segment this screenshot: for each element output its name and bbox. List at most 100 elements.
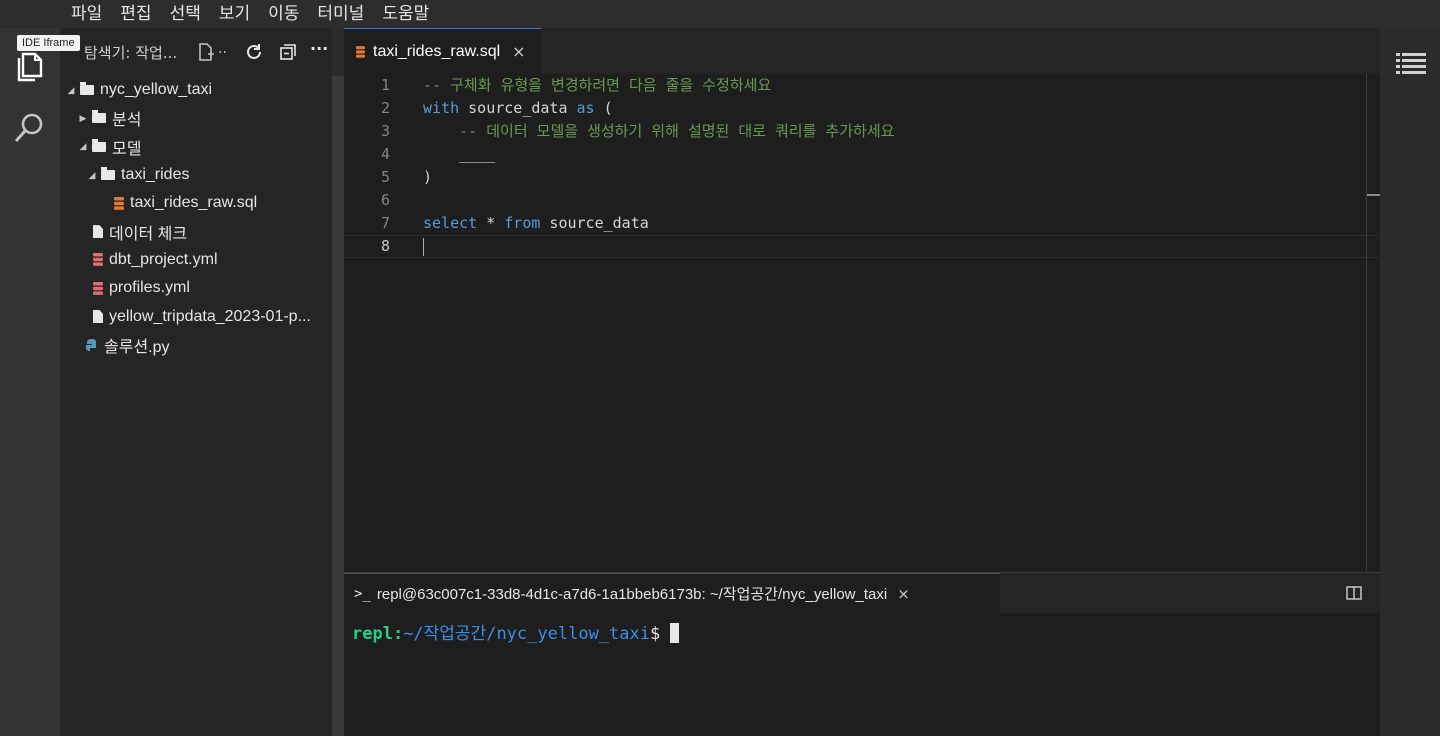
tree-item-label: 솔루션.py bbox=[104, 338, 170, 356]
overview-ruler-mark bbox=[1367, 194, 1380, 196]
editor-scrollbar[interactable] bbox=[1366, 74, 1367, 572]
prompt-path: ~/작업공간/nyc_yellow_taxi bbox=[403, 624, 650, 644]
tooltip: IDE Iframe bbox=[17, 35, 80, 51]
menu-selection[interactable]: 선택 bbox=[161, 0, 210, 28]
split-panel-icon[interactable] bbox=[1346, 585, 1362, 601]
keyword-from: from bbox=[504, 214, 541, 232]
explorer-sidebar: 탐색기: 작업... .. ··· ◢ nyc_yellow_taxi ▶ 분석 bbox=[60, 28, 332, 736]
tree-item-label: 모델 bbox=[112, 140, 142, 158]
activity-bar bbox=[0, 28, 60, 736]
identifier: source_data bbox=[540, 214, 649, 232]
code-line-5: 5 ) bbox=[344, 166, 1380, 189]
tree-item-label: nyc_yellow_taxi bbox=[100, 81, 213, 99]
line-number: 1 bbox=[380, 76, 390, 94]
code-comment: -- 구체화 유형을 변경하려면 다음 줄을 수정하세요 bbox=[423, 76, 772, 94]
tree-item-dbt-project-yml[interactable]: dbt_project.yml bbox=[60, 246, 332, 274]
tree-item-label: 분석 bbox=[112, 112, 142, 130]
new-file-icon[interactable] bbox=[196, 42, 216, 62]
tree-item-analysis[interactable]: ▶ 분석 bbox=[60, 104, 332, 132]
collapsed-arrow-icon: ▶ bbox=[79, 112, 87, 123]
code-line-2: 2 with source_data as ( bbox=[344, 97, 1380, 120]
python-file-icon bbox=[86, 338, 96, 351]
tree-item-data-check[interactable]: 데이터 체크 bbox=[60, 217, 332, 245]
code-line-1: 1 -- 구체화 유형을 변경하려면 다음 줄을 수정하세요 bbox=[344, 74, 1380, 97]
tree-item-label: 데이터 체크 bbox=[109, 225, 188, 243]
tree-item-taxi-rides-raw-sql[interactable]: taxi_rides_raw.sql bbox=[60, 189, 332, 217]
tree-item-label: yellow_tripdata_2023-01-p... bbox=[109, 307, 311, 325]
star-operator: * bbox=[477, 214, 505, 232]
expanded-arrow-icon: ◢ bbox=[67, 84, 75, 95]
tree-item-taxi-rides[interactable]: ◢ taxi_rides bbox=[60, 161, 332, 189]
explorer-files-icon[interactable] bbox=[12, 48, 48, 84]
code-text: select * from source_data bbox=[423, 212, 649, 235]
menu-view[interactable]: 보기 bbox=[210, 0, 259, 28]
code-text: with source_data as ( bbox=[423, 97, 613, 120]
menu-terminal[interactable]: 터미널 bbox=[308, 0, 373, 28]
tree-item-models[interactable]: ◢ 모델 bbox=[60, 133, 332, 161]
expanded-arrow-icon: ◢ bbox=[79, 141, 87, 152]
tree-item-profiles-yml[interactable]: profiles.yml bbox=[60, 274, 332, 302]
terminal-cursor bbox=[670, 623, 680, 643]
line-number: 4 bbox=[380, 145, 390, 163]
code-line-8: 8 bbox=[344, 235, 1380, 258]
prompt-user: repl: bbox=[352, 624, 404, 644]
line-number: 5 bbox=[380, 168, 390, 186]
expanded-arrow-icon: ◢ bbox=[88, 169, 96, 180]
code-line-3: 3 -- 데이터 모델을 생성하기 위해 설명된 대로 쿼리를 추가하세요 bbox=[344, 120, 1380, 143]
tree-item-nyc-yellow-taxi[interactable]: ◢ nyc_yellow_taxi bbox=[60, 76, 332, 104]
prompt-dollar: $ bbox=[649, 624, 661, 644]
menu-go[interactable]: 이동 bbox=[259, 0, 308, 28]
text-cursor bbox=[423, 238, 424, 256]
right-panel-strip bbox=[1380, 28, 1440, 736]
line-number: 3 bbox=[380, 122, 390, 140]
tree-item-label: taxi_rides_raw.sql bbox=[130, 194, 258, 212]
tree-item-label: dbt_project.yml bbox=[109, 250, 218, 268]
code-blank-placeholder: ____ bbox=[423, 145, 496, 163]
file-tree: ◢ nyc_yellow_taxi ▶ 분석 ◢ 모델 ◢ taxi_rides… bbox=[60, 76, 332, 359]
file-icon bbox=[93, 225, 103, 239]
terminal-output[interactable]: repl:~/작업공간/nyc_yellow_taxi$ bbox=[352, 619, 680, 644]
identifier: source_data bbox=[459, 99, 577, 117]
terminal-tab-label: repl@63c007c1-33d8-4d1c-a7d6-1a1bbeb6173… bbox=[376, 586, 888, 603]
overflow-menu-icon[interactable]: ··· bbox=[310, 39, 328, 58]
code-line-4: 4 ____ bbox=[344, 143, 1380, 166]
editor-tab-taxi-rides-raw[interactable]: taxi_rides_raw.sql × bbox=[344, 28, 541, 74]
terminal-panel: >_ repl@63c007c1-33d8-4d1c-a7d6-1a1bbeb6… bbox=[344, 572, 1380, 736]
line-number: 6 bbox=[380, 191, 390, 209]
keyword-with: with bbox=[423, 99, 460, 117]
more-actions-dots[interactable]: .. bbox=[218, 41, 227, 57]
collapse-all-icon[interactable] bbox=[278, 42, 298, 62]
terminal-tab[interactable]: >_ repl@63c007c1-33d8-4d1c-a7d6-1a1bbeb6… bbox=[344, 573, 1000, 613]
code-line-6: 6 bbox=[344, 189, 1380, 212]
line-number: 7 bbox=[380, 214, 390, 232]
menu-edit[interactable]: 편집 bbox=[111, 0, 160, 28]
folder-icon bbox=[101, 167, 115, 181]
folder-icon bbox=[92, 110, 106, 124]
yml-file-icon bbox=[93, 253, 103, 267]
file-icon bbox=[93, 310, 103, 324]
terminal-close-icon[interactable]: × bbox=[897, 585, 910, 603]
tree-item-label: profiles.yml bbox=[109, 279, 190, 297]
code-line-7: 7 select * from source_data bbox=[344, 212, 1380, 235]
menu-file[interactable]: 파일 bbox=[62, 0, 111, 28]
open-paren: ( bbox=[594, 99, 613, 117]
database-file-icon bbox=[356, 45, 365, 58]
tree-item-yellow-tripdata[interactable]: yellow_tripdata_2023-01-p... bbox=[60, 302, 332, 330]
code-editor[interactable]: 1 -- 구체화 유형을 변경하려면 다음 줄을 수정하세요 2 with so… bbox=[344, 74, 1380, 572]
refresh-icon[interactable] bbox=[244, 42, 264, 62]
keyword-select: select bbox=[423, 214, 478, 232]
list-view-icon[interactable] bbox=[1396, 52, 1426, 76]
keyword-as: as bbox=[576, 99, 595, 117]
sidebar-scrollbar[interactable] bbox=[332, 76, 344, 736]
editor-area: taxi_rides_raw.sql × 1 -- 구체화 유형을 변경하려면 … bbox=[344, 28, 1380, 572]
explorer-header: 탐색기: 작업... .. ··· bbox=[60, 28, 332, 76]
search-icon[interactable] bbox=[12, 110, 48, 146]
menu-bar: 파일 편집 선택 보기 이동 터미널 도움말 bbox=[0, 0, 1440, 28]
tab-close-icon[interactable]: × bbox=[512, 42, 525, 61]
editor-tab-bar: taxi_rides_raw.sql × bbox=[344, 28, 1380, 74]
menu-help[interactable]: 도움말 bbox=[373, 0, 438, 28]
tree-item-label: taxi_rides bbox=[121, 166, 190, 184]
tree-item-solution-py[interactable]: 솔루션.py bbox=[60, 331, 332, 359]
line-number: 8 bbox=[380, 237, 390, 255]
tab-label: taxi_rides_raw.sql bbox=[373, 42, 501, 60]
